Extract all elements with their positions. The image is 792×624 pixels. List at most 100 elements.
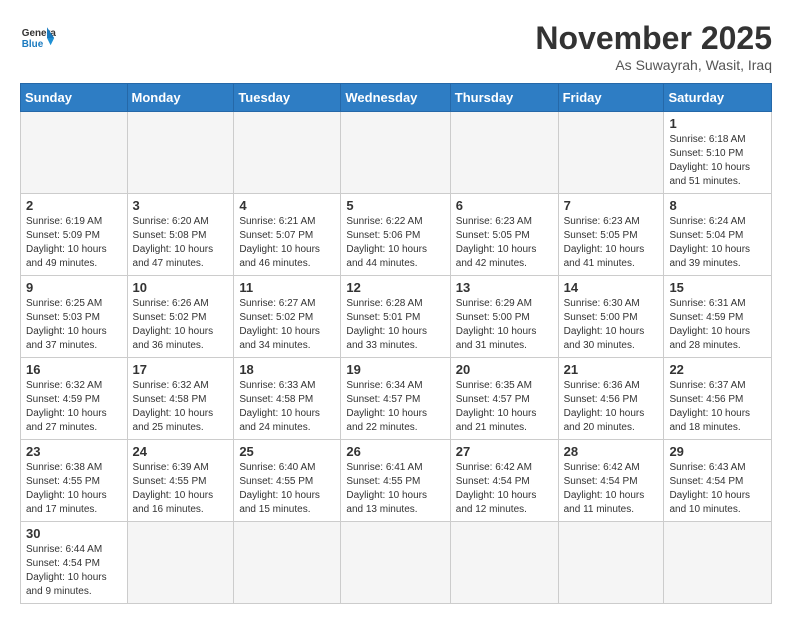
month-year-title: November 2025	[535, 20, 772, 57]
day-info: Sunrise: 6:29 AM Sunset: 5:00 PM Dayligh…	[456, 297, 553, 353]
day-number: 19	[346, 362, 444, 377]
day-info: Sunrise: 6:38 AM Sunset: 4:55 PM Dayligh…	[26, 461, 122, 517]
calendar-day-cell: 17Sunrise: 6:32 AM Sunset: 4:58 PM Dayli…	[127, 358, 234, 440]
day-info: Sunrise: 6:41 AM Sunset: 4:55 PM Dayligh…	[346, 461, 444, 517]
calendar-day-cell	[127, 112, 234, 194]
calendar-day-cell: 11 Sunrise: 6:27 AM Sunset: 5:02 PM Dayli…	[234, 276, 341, 358]
calendar-day-cell: 8 Sunrise: 6:24 AM Sunset: 5:04 PM Daylig…	[664, 194, 772, 276]
day-number: 9	[26, 280, 122, 295]
calendar-day-cell	[127, 522, 234, 604]
day-info: Sunrise: 6:23 AM Sunset: 5:05 PM Dayligh…	[564, 215, 659, 271]
day-number: 20	[456, 362, 553, 377]
day-number: 14	[564, 280, 659, 295]
day-number: 3	[133, 198, 229, 213]
day-number: 24	[133, 444, 229, 459]
day-number: 26	[346, 444, 444, 459]
calendar-day-cell: 30 Sunrise: 6:44 AM Sunset: 4:54 PM Dayli…	[21, 522, 128, 604]
day-info: Sunrise: 6:22 AM Sunset: 5:06 PM Dayligh…	[346, 215, 444, 271]
calendar-day-cell: 24 Sunrise: 6:39 AM Sunset: 4:55 PM Dayli…	[127, 440, 234, 522]
calendar-day-cell: 19 Sunrise: 6:34 AM Sunset: 4:57 PM Dayli…	[341, 358, 450, 440]
calendar-day-cell	[558, 112, 664, 194]
day-info: Sunrise: 6:28 AM Sunset: 5:01 PM Dayligh…	[346, 297, 444, 353]
logo: General Blue	[20, 20, 56, 56]
calendar-day-cell: 15Sunrise: 6:31 AM Sunset: 4:59 PM Dayli…	[664, 276, 772, 358]
day-info: Sunrise: 6:23 AM Sunset: 5:05 PM Dayligh…	[456, 215, 553, 271]
day-number: 10	[133, 280, 229, 295]
day-info: Sunrise: 6:37 AM Sunset: 4:56 PM Dayligh…	[669, 379, 766, 435]
day-number: 21	[564, 362, 659, 377]
calendar-day-cell: 9 Sunrise: 6:25 AM Sunset: 5:03 PM Daylig…	[21, 276, 128, 358]
calendar-day-cell: 21 Sunrise: 6:36 AM Sunset: 4:56 PM Dayli…	[558, 358, 664, 440]
calendar-day-cell	[664, 522, 772, 604]
calendar-day-cell: 23 Sunrise: 6:38 AM Sunset: 4:55 PM Dayli…	[21, 440, 128, 522]
day-number: 7	[564, 198, 659, 213]
day-number: 2	[26, 198, 122, 213]
day-number: 27	[456, 444, 553, 459]
day-info: Sunrise: 6:27 AM Sunset: 5:02 PM Dayligh…	[239, 297, 335, 353]
weekday-header-tuesday: Tuesday	[234, 84, 341, 112]
calendar-day-cell: 28Sunrise: 6:42 AM Sunset: 4:54 PM Dayli…	[558, 440, 664, 522]
weekday-header-saturday: Saturday	[664, 84, 772, 112]
calendar-day-cell: 6 Sunrise: 6:23 AM Sunset: 5:05 PM Daylig…	[450, 194, 558, 276]
day-info: Sunrise: 6:33 AM Sunset: 4:58 PM Dayligh…	[239, 379, 335, 435]
day-number: 30	[26, 526, 122, 541]
day-info: Sunrise: 6:19 AM Sunset: 5:09 PM Dayligh…	[26, 215, 122, 271]
calendar-day-cell	[341, 112, 450, 194]
calendar-day-cell	[21, 112, 128, 194]
calendar-day-cell: 2 Sunrise: 6:19 AM Sunset: 5:09 PM Daylig…	[21, 194, 128, 276]
day-info: Sunrise: 6:32 AM Sunset: 4:58 PM Dayligh…	[133, 379, 229, 435]
calendar-day-cell: 4 Sunrise: 6:21 AM Sunset: 5:07 PM Daylig…	[234, 194, 341, 276]
calendar-day-cell	[341, 522, 450, 604]
day-number: 4	[239, 198, 335, 213]
calendar-week-row: 23 Sunrise: 6:38 AM Sunset: 4:55 PM Dayli…	[21, 440, 772, 522]
day-number: 16	[26, 362, 122, 377]
day-number: 11	[239, 280, 335, 295]
calendar-table: SundayMondayTuesdayWednesdayThursdayFrid…	[20, 83, 772, 604]
calendar-day-cell	[450, 522, 558, 604]
day-info: Sunrise: 6:39 AM Sunset: 4:55 PM Dayligh…	[133, 461, 229, 517]
day-number: 25	[239, 444, 335, 459]
calendar-day-cell: 27Sunrise: 6:42 AM Sunset: 4:54 PM Dayli…	[450, 440, 558, 522]
day-number: 6	[456, 198, 553, 213]
day-number: 12	[346, 280, 444, 295]
calendar-day-cell	[234, 522, 341, 604]
weekday-header-wednesday: Wednesday	[341, 84, 450, 112]
calendar-day-cell: 10 Sunrise: 6:26 AM Sunset: 5:02 PM Dayli…	[127, 276, 234, 358]
calendar-week-row: 30 Sunrise: 6:44 AM Sunset: 4:54 PM Dayli…	[21, 522, 772, 604]
calendar-day-cell: 12 Sunrise: 6:28 AM Sunset: 5:01 PM Dayli…	[341, 276, 450, 358]
day-info: Sunrise: 6:30 AM Sunset: 5:00 PM Dayligh…	[564, 297, 659, 353]
day-info: Sunrise: 6:36 AM Sunset: 4:56 PM Dayligh…	[564, 379, 659, 435]
calendar-day-cell: 18 Sunrise: 6:33 AM Sunset: 4:58 PM Dayli…	[234, 358, 341, 440]
calendar-day-cell: 25 Sunrise: 6:40 AM Sunset: 4:55 PM Dayli…	[234, 440, 341, 522]
location-subtitle: As Suwayrah, Wasit, Iraq	[535, 57, 772, 73]
weekday-header-row: SundayMondayTuesdayWednesdayThursdayFrid…	[21, 84, 772, 112]
day-info: Sunrise: 6:43 AM Sunset: 4:54 PM Dayligh…	[669, 461, 766, 517]
calendar-day-cell: 26 Sunrise: 6:41 AM Sunset: 4:55 PM Dayli…	[341, 440, 450, 522]
day-number: 8	[669, 198, 766, 213]
calendar-day-cell: 14 Sunrise: 6:30 AM Sunset: 5:00 PM Dayli…	[558, 276, 664, 358]
page-header: General Blue November 2025 As Suwayrah, …	[20, 20, 772, 73]
svg-text:Blue: Blue	[22, 39, 44, 50]
day-info: Sunrise: 6:25 AM Sunset: 5:03 PM Dayligh…	[26, 297, 122, 353]
day-info: Sunrise: 6:32 AM Sunset: 4:59 PM Dayligh…	[26, 379, 122, 435]
day-info: Sunrise: 6:26 AM Sunset: 5:02 PM Dayligh…	[133, 297, 229, 353]
day-number: 18	[239, 362, 335, 377]
title-block: November 2025 As Suwayrah, Wasit, Iraq	[535, 20, 772, 73]
day-info: Sunrise: 6:21 AM Sunset: 5:07 PM Dayligh…	[239, 215, 335, 271]
logo-icon: General Blue	[20, 20, 56, 56]
calendar-day-cell: 20Sunrise: 6:35 AM Sunset: 4:57 PM Dayli…	[450, 358, 558, 440]
day-info: Sunrise: 6:34 AM Sunset: 4:57 PM Dayligh…	[346, 379, 444, 435]
day-info: Sunrise: 6:40 AM Sunset: 4:55 PM Dayligh…	[239, 461, 335, 517]
weekday-header-thursday: Thursday	[450, 84, 558, 112]
weekday-header-sunday: Sunday	[21, 84, 128, 112]
day-number: 23	[26, 444, 122, 459]
day-info: Sunrise: 6:24 AM Sunset: 5:04 PM Dayligh…	[669, 215, 766, 271]
calendar-day-cell	[234, 112, 341, 194]
day-number: 1	[669, 116, 766, 131]
day-number: 29	[669, 444, 766, 459]
weekday-header-friday: Friday	[558, 84, 664, 112]
day-info: Sunrise: 6:44 AM Sunset: 4:54 PM Dayligh…	[26, 543, 122, 599]
day-number: 15	[669, 280, 766, 295]
calendar-day-cell: 1Sunrise: 6:18 AM Sunset: 5:10 PM Daylig…	[664, 112, 772, 194]
day-info: Sunrise: 6:42 AM Sunset: 4:54 PM Dayligh…	[564, 461, 659, 517]
